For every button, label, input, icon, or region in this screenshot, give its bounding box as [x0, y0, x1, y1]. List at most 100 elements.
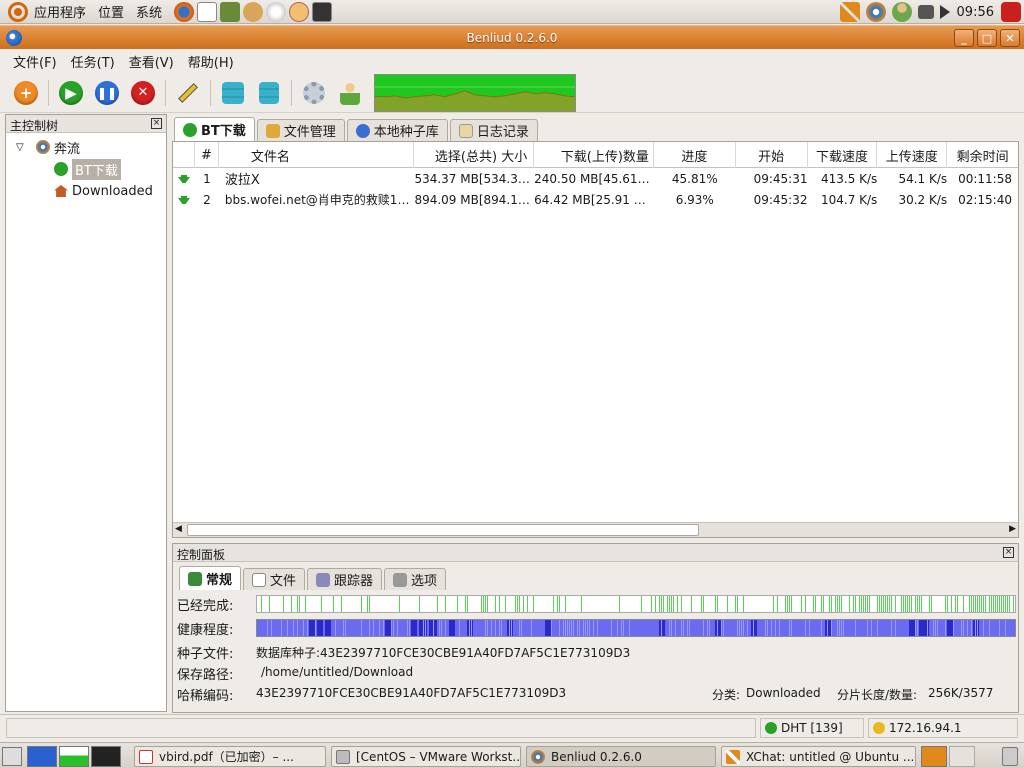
minimize-button[interactable]: _ [954, 29, 974, 47]
books-icon[interactable] [220, 1, 241, 22]
col-remaining[interactable]: 剩余时间 [947, 142, 1018, 168]
tab-file-manage[interactable]: 文件管理 [256, 119, 345, 141]
pause-button[interactable]: ❚❚ [92, 78, 122, 108]
menu-task[interactable]: 任务(T) [64, 52, 122, 71]
col-downloaded[interactable]: 下载(上传)数量 [534, 142, 654, 168]
clock-launcher-icon[interactable] [289, 1, 310, 22]
category-label: 分类: [712, 688, 741, 702]
user-icon[interactable] [891, 2, 912, 22]
add-task-button[interactable]: + [11, 78, 41, 108]
sidebar-close-button[interactable]: × [151, 118, 162, 129]
system-menu[interactable]: 系统 [136, 2, 162, 21]
tree-root[interactable]: ▽ 奔流 [6, 136, 166, 158]
task-vbird-pdf[interactable]: vbird.pdf（已加密）– ... [134, 746, 326, 767]
col-ul-speed[interactable]: 上传速度 [877, 142, 948, 168]
sun-icon[interactable] [266, 1, 287, 22]
firefox-icon[interactable] [174, 1, 195, 22]
table-row[interactable]: 2 bbs.wofei.net@肖申克的救赎10... 894.09 MB[89… [173, 189, 1018, 210]
completed-piece [981, 596, 982, 612]
ubuntu-logo-icon[interactable] [8, 1, 28, 22]
volume-icon[interactable] [939, 5, 950, 19]
tab-bt-download[interactable]: BT下载 [174, 117, 255, 141]
health-piece [877, 620, 878, 636]
tab-label: BT下载 [201, 124, 246, 139]
tab-options[interactable]: 选项 [384, 568, 447, 590]
workspace-switcher[interactable] [921, 746, 947, 767]
col-dl-speed[interactable]: 下载速度 [808, 142, 878, 168]
health-piece [611, 620, 612, 636]
xchat-icon [726, 749, 740, 764]
window-titlebar[interactable]: Benliud 0.2.6.0 _ □ ✕ [0, 25, 1024, 49]
scrollbar-thumb[interactable] [187, 524, 699, 536]
network-monitor[interactable] [91, 746, 121, 767]
tools-icon[interactable] [839, 2, 860, 22]
col-size[interactable]: 选择(总共) 大小 [414, 142, 535, 168]
row-ul-speed: 30.2 K/s [898, 192, 948, 207]
horizontal-scrollbar[interactable]: ◀ ▶ [173, 522, 1018, 537]
health-piece [973, 620, 979, 636]
window-title: Benliud 0.2.6.0 [466, 30, 558, 45]
trash-icon[interactable] [1002, 747, 1018, 766]
health-piece [999, 620, 1000, 636]
maximize-button[interactable]: □ [977, 29, 997, 47]
cpu-monitor[interactable] [27, 746, 57, 767]
col-icon[interactable] [173, 142, 195, 168]
mail-icon[interactable] [197, 1, 218, 22]
stop-button[interactable]: ✕ [128, 78, 158, 108]
completed-piece [787, 596, 788, 612]
menu-file[interactable]: 文件(F) [6, 52, 64, 71]
health-piece [867, 620, 868, 636]
health-piece [325, 620, 331, 636]
places-menu[interactable]: 位置 [98, 2, 124, 21]
health-piece [1005, 620, 1006, 636]
health-piece [431, 620, 437, 636]
tab-log[interactable]: 日志记录 [449, 119, 538, 141]
menu-help[interactable]: 帮助(H) [181, 52, 241, 71]
completed-piece [979, 596, 980, 612]
health-piece [927, 620, 928, 636]
edit-button[interactable] [173, 78, 203, 108]
tree-item-downloaded[interactable]: Downloaded [6, 180, 166, 202]
health-piece [821, 620, 822, 636]
control-panel-close-button[interactable]: × [1003, 547, 1014, 558]
col-filename[interactable]: 文件名 [219, 142, 415, 168]
start-button[interactable]: ▶ [56, 78, 86, 108]
memory-monitor[interactable] [59, 746, 89, 767]
task-benliud[interactable]: Benliud 0.2.6.0 [526, 746, 716, 767]
health-piece [961, 620, 962, 636]
health-piece [521, 620, 522, 636]
tab-trackers[interactable]: 跟踪器 [307, 568, 383, 590]
clock[interactable]: 09:56 [957, 5, 994, 20]
completed-piece [559, 596, 560, 612]
network-icon[interactable] [917, 5, 934, 19]
tab-local-seeds[interactable]: 本地种子库 [346, 119, 448, 141]
snail-icon[interactable] [243, 1, 264, 22]
scroll-left-arrow-icon[interactable]: ◀ [175, 524, 182, 534]
show-desktop-icon[interactable] [2, 747, 22, 766]
col-number[interactable]: # [195, 142, 219, 168]
collapse-arrow-icon[interactable]: ▽ [16, 142, 26, 153]
close-button[interactable]: ✕ [1000, 29, 1020, 47]
col-start[interactable]: 开始 [736, 142, 808, 168]
tab-general[interactable]: 常规 [179, 566, 242, 590]
menu-view[interactable]: 查看(V) [122, 52, 181, 71]
terminal-icon[interactable] [312, 1, 333, 22]
scroll-right-arrow-icon[interactable]: ▶ [1009, 524, 1016, 534]
workspace-switcher-2[interactable] [949, 746, 975, 767]
settings-button[interactable] [299, 78, 329, 108]
completed-piece [789, 596, 790, 612]
task-vmware[interactable]: [CentOS – VMware Workst... [331, 746, 521, 767]
database-button[interactable] [254, 78, 284, 108]
table-row[interactable]: 1 波拉X 534.37 MB[534.37 ... 240.50 MB[45.… [173, 168, 1018, 189]
task-xchat[interactable]: XChat: untitled @ Ubuntu ... [721, 746, 916, 767]
tab-label: 常规 [206, 573, 233, 588]
health-piece [669, 620, 670, 636]
tree-item-bt-download[interactable]: BT下载 [6, 158, 166, 180]
benliud-tray-icon[interactable] [865, 2, 886, 22]
col-progress[interactable]: 进度 [654, 142, 736, 168]
tab-files[interactable]: 文件 [243, 568, 306, 590]
user-button[interactable] [335, 78, 365, 108]
power-icon[interactable] [1001, 2, 1021, 22]
applications-menu[interactable]: 应用程序 [34, 2, 86, 21]
add-database-button[interactable] [218, 78, 248, 108]
